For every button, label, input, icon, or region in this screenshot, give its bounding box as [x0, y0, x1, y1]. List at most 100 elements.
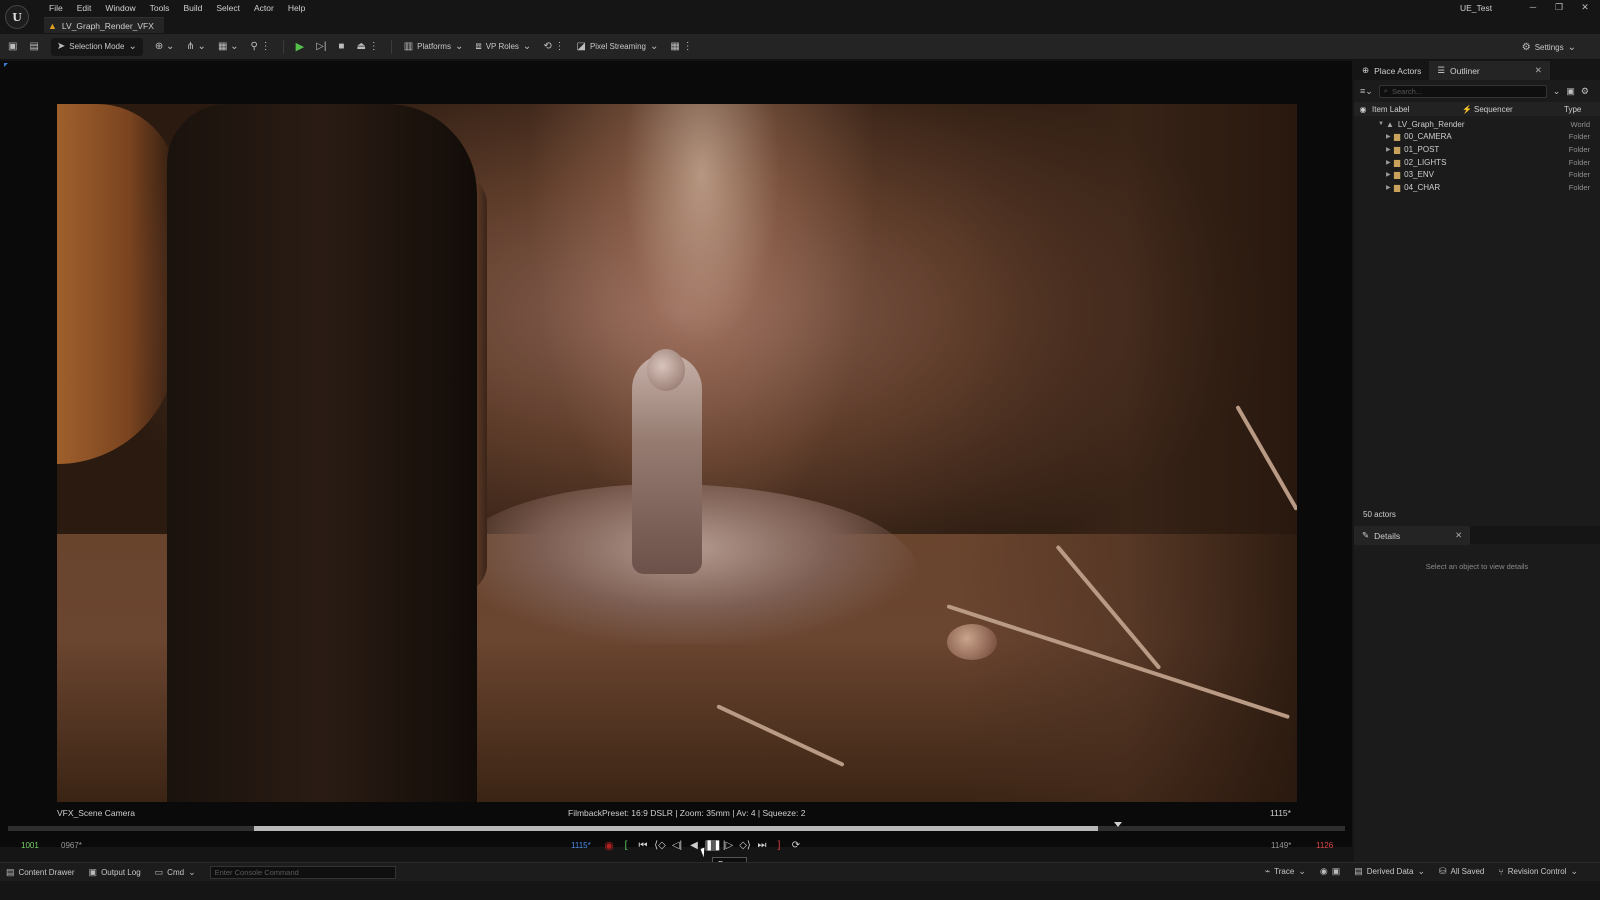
tree-row[interactable]: ▶ ▆ 04_CHAR Folder [1354, 181, 1600, 194]
tree-row[interactable]: ▶ ▆ 00_CAMERA Folder [1354, 131, 1600, 144]
col-item-label[interactable]: Item Label [1372, 105, 1462, 114]
add-actor-button[interactable]: ⊕ ⌄ [155, 38, 175, 56]
source-control-button[interactable]: ⟲ ⋮ [543, 38, 564, 56]
filter-icon[interactable]: ≡⌄ [1360, 86, 1373, 97]
menu-file[interactable]: File [42, 2, 70, 14]
collapse-icon[interactable]: ▼ [1378, 121, 1386, 127]
cmd-dropdown[interactable]: ▭ Cmd ⌄ [155, 867, 196, 878]
selection-mode-dropdown[interactable]: ➤ Selection Mode ⌄ [50, 37, 143, 56]
col-type[interactable]: Type [1564, 105, 1581, 114]
mark-in-icon[interactable]: [ [620, 840, 632, 851]
status-right-group: ⌁ Trace ⌄ ◉ ▣ ▤ Derived Data ⌄ ⛁ All Sav… [1265, 866, 1592, 877]
timeline-view-end: 1149* [1271, 841, 1292, 850]
pixel-streaming-icon: ◪ [576, 41, 586, 52]
project-name: UE_Test [1460, 3, 1493, 13]
restore-icon[interactable]: ❐ [1546, 0, 1572, 14]
menu-edit[interactable]: Edit [70, 2, 99, 14]
menu-window[interactable]: Window [98, 2, 142, 14]
trace-label: Trace [1274, 867, 1295, 876]
tree-row[interactable]: ▶ ▆ 01_POST Folder [1354, 143, 1600, 156]
chevron-down-icon: ⌄ [649, 41, 659, 52]
chevron-down-icon: ⌄ [188, 866, 196, 877]
tree-row-type: Folder [1568, 132, 1590, 142]
console-input[interactable]: Enter Console Command [209, 865, 396, 879]
pause-icon[interactable]: ❚❚ [705, 839, 722, 851]
output-log-button[interactable]: ▣ Output Log [89, 867, 141, 878]
jump-end-icon[interactable]: ⏭ [756, 840, 768, 851]
menu-actor[interactable]: Actor [247, 2, 281, 14]
tree-row[interactable]: ▶ ▆ 02_LIGHTS Folder [1354, 156, 1600, 169]
prev-frame-icon[interactable]: ◁| [671, 840, 683, 851]
expand-icon[interactable]: ▶ [1386, 133, 1394, 140]
menu-help[interactable]: Help [281, 2, 312, 14]
modes-button[interactable]: ⚲ ⋮ [251, 38, 271, 56]
outliner-search-input[interactable]: ⌕ Search... [1378, 84, 1547, 98]
expand-icon[interactable]: ▶ [1386, 171, 1394, 178]
minimize-icon[interactable]: ─ [1520, 0, 1546, 14]
stop-button[interactable]: ■ [338, 38, 344, 56]
derived-data-dropdown[interactable]: ▤ Derived Data ⌄ [1354, 866, 1425, 877]
tree-row-label: 03_ENV [1404, 170, 1434, 180]
trace-dropdown[interactable]: ⌁ Trace ⌄ [1265, 866, 1306, 877]
menu-select[interactable]: Select [209, 2, 247, 14]
cinematics-button[interactable]: ▦ ⌄ [218, 38, 239, 56]
record-buttons[interactable]: ◉ ▣ [1320, 866, 1340, 877]
platforms-dropdown[interactable]: ▥ Platforms ⌄ [404, 38, 464, 56]
outliner-tree: ▼ ▲ LV_Graph_Render World ▶ ▆ 00_CAMERA … [1354, 118, 1600, 194]
play-button[interactable]: ▶ [296, 38, 304, 56]
tab-outliner[interactable]: ☰ Outliner ✕ [1429, 61, 1550, 80]
timeline-playback-range[interactable] [254, 826, 1098, 831]
close-icon[interactable]: ✕ [1455, 530, 1462, 541]
unreal-logo-icon[interactable]: U [5, 5, 29, 29]
tree-row[interactable]: ▶ ▆ 03_ENV Folder [1354, 168, 1600, 181]
play-reverse-icon[interactable]: ◀ [688, 840, 700, 851]
blueprint-button[interactable]: ⋔ ⌄ [186, 38, 206, 56]
expand-icon[interactable]: ▶ [1386, 159, 1394, 166]
scene-render[interactable] [57, 104, 1297, 802]
record-icon[interactable]: ◉ [603, 839, 615, 852]
tab-details[interactable]: ✎ Details ✕ [1354, 526, 1471, 545]
mark-out-icon[interactable]: ] [773, 840, 785, 851]
outliner-tabs: ⊕ Place Actors ☰ Outliner ✕ [1354, 61, 1600, 80]
level-tab[interactable]: ▲ LV_Graph_Render_VFX [44, 17, 164, 33]
save-button[interactable]: ▣ [8, 38, 17, 56]
col-sequencer[interactable]: Sequencer [1474, 105, 1564, 114]
browse-button[interactable]: ▤ [29, 38, 38, 56]
menu-tools[interactable]: Tools [143, 2, 177, 14]
tree-row-root[interactable]: ▼ ▲ LV_Graph_Render World [1354, 118, 1600, 131]
next-frame-icon[interactable]: |▷ [722, 840, 734, 851]
cursor-icon: ➤ [56, 41, 66, 52]
all-saved-button[interactable]: ⛁ All Saved [1439, 866, 1484, 877]
tab-place-actors-label: Place Actors [1374, 65, 1422, 76]
expand-icon[interactable]: ▶ [1386, 184, 1394, 191]
log-icon: ▣ [88, 866, 98, 877]
tree-row-label: 00_CAMERA [1404, 132, 1452, 142]
extra-button[interactable]: ▦ ⋮ [670, 38, 692, 56]
close-icon[interactable]: ✕ [1572, 0, 1598, 14]
timeline-current-frame[interactable]: 1115* [571, 841, 591, 850]
add-icon: ⊕ ⌄ [154, 41, 175, 52]
pixel-streaming-dropdown[interactable]: ◪ Pixel Streaming ⌄ [576, 38, 658, 56]
vp-roles-dropdown[interactable]: ⧈ VP Roles ⌄ [475, 38, 531, 56]
next-key-icon[interactable]: ◇⟩ [739, 840, 751, 851]
revision-control-dropdown[interactable]: ⑂ Revision Control ⌄ [1498, 866, 1578, 877]
expand-icon[interactable]: ▶ [1386, 146, 1394, 153]
outliner-toolbar: ≡⌄ ⌕ Search... ⌄ ▣ ⚙ [1354, 82, 1600, 100]
content-drawer-button[interactable]: ▤ Content Drawer [6, 867, 75, 878]
playhead-marker[interactable] [1113, 822, 1122, 827]
jump-start-icon[interactable]: ⏮ [637, 840, 649, 851]
eye-icon[interactable]: ◉ [1354, 105, 1372, 114]
step-button[interactable]: ▷| [316, 38, 326, 56]
platforms-label: Platforms [417, 42, 451, 51]
prev-key-icon[interactable]: ⟨◇ [654, 840, 666, 851]
eject-button[interactable]: ⏏ ⋮ [356, 38, 378, 56]
close-icon[interactable]: ✕ [1535, 65, 1542, 76]
chevron-down-icon[interactable]: ⌄ [1553, 86, 1561, 97]
tab-place-actors[interactable]: ⊕ Place Actors [1354, 61, 1429, 80]
settings-dropdown[interactable]: ⚙ Settings ⌄ [1522, 38, 1576, 56]
clapper-icon: ▦ ⌄ [217, 41, 239, 52]
gear-icon[interactable]: ⚙ [1581, 86, 1589, 97]
menu-build[interactable]: Build [176, 2, 209, 14]
loop-icon[interactable]: ⟳ [790, 840, 802, 851]
add-folder-icon[interactable]: ▣ [1566, 86, 1575, 97]
